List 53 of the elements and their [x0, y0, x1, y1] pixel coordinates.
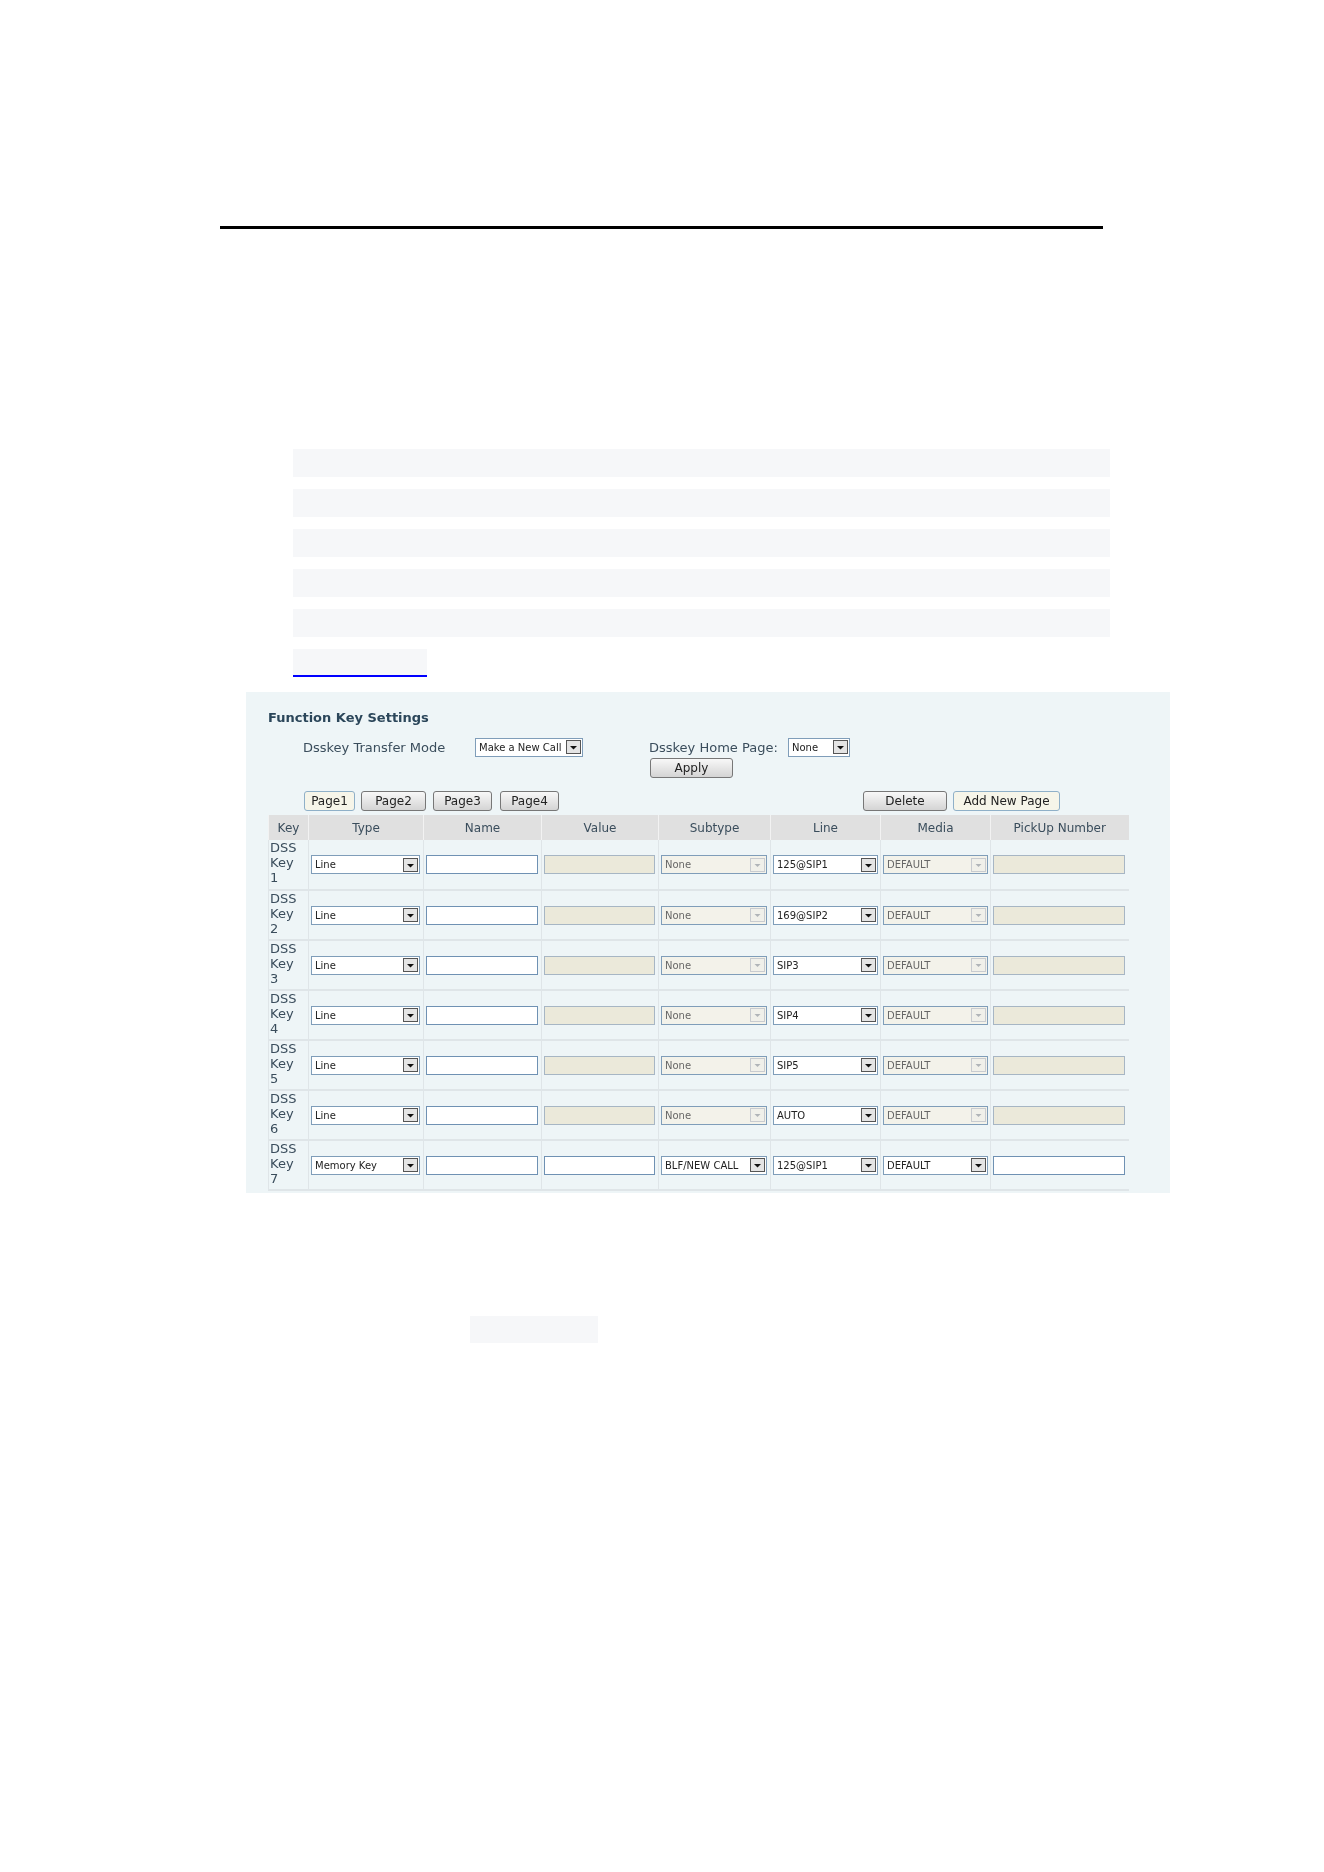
dropdown[interactable]: 125@SIP1	[773, 1155, 878, 1175]
add-page-button[interactable]: Add New Page	[953, 791, 1060, 811]
key-label: DSS Key 3	[270, 941, 298, 986]
dropdown[interactable]: DEFAULT	[883, 1155, 988, 1175]
column-header: Subtype	[658, 815, 771, 840]
text-field[interactable]	[993, 1155, 1125, 1175]
dropdown[interactable]: Line	[311, 905, 420, 925]
delete-button[interactable]: Delete	[863, 791, 947, 811]
key-label: DSS Key 1	[270, 840, 298, 885]
key-label: DSS Key 5	[270, 1041, 298, 1086]
dropdown[interactable]: 169@SIP2	[773, 905, 878, 925]
dropdown[interactable]: Line	[311, 955, 420, 975]
key-label: DSS Key 6	[270, 1091, 298, 1136]
text-field[interactable]	[426, 1105, 538, 1125]
column-header: Name	[423, 815, 542, 840]
dropdown[interactable]: AUTO	[773, 1105, 878, 1125]
dropdown[interactable]: SIP3	[773, 955, 878, 975]
text-field[interactable]	[426, 1055, 538, 1075]
text-field[interactable]	[544, 1155, 655, 1175]
dropdown[interactable]: Line	[311, 1055, 420, 1075]
column-header: Type	[308, 815, 424, 840]
panel-title: Function Key Settings	[268, 709, 430, 727]
key-label: DSS Key 7	[270, 1141, 298, 1186]
apply-button[interactable]: Apply	[650, 758, 733, 778]
dropdown[interactable]: SIP5	[773, 1055, 878, 1075]
dropdown[interactable]: Line	[311, 1005, 420, 1025]
column-header: PickUp Number	[990, 815, 1129, 840]
text-field[interactable]	[426, 855, 538, 874]
text-field[interactable]	[426, 905, 538, 925]
text-field[interactable]	[426, 1005, 538, 1025]
redacted-link[interactable]	[293, 649, 427, 677]
page-tab[interactable]: Page4	[500, 791, 559, 811]
dropdown[interactable]: Memory Key	[311, 1155, 420, 1175]
dropdown[interactable]: None	[788, 737, 850, 757]
field-label: Dsskey Transfer Mode	[303, 738, 447, 757]
text-field[interactable]	[426, 1155, 538, 1175]
key-label: DSS Key 4	[270, 991, 298, 1036]
column-header: Media	[880, 815, 991, 840]
dropdown[interactable]: SIP4	[773, 1005, 878, 1025]
key-label: DSS Key 2	[270, 891, 298, 936]
column-header: Value	[541, 815, 659, 840]
page-tab[interactable]: Page3	[433, 791, 492, 811]
column-header: Line	[770, 815, 881, 840]
page-tab[interactable]: Page2	[361, 791, 426, 811]
dropdown[interactable]: Line	[311, 1105, 420, 1125]
text-field[interactable]	[426, 955, 538, 975]
dropdown[interactable]: Make a New Call	[475, 737, 583, 757]
field-label: Dsskey Home Page:	[649, 738, 779, 757]
page-tab[interactable]: Page1	[304, 791, 355, 811]
dropdown[interactable]: BLF/NEW CALL	[661, 1155, 767, 1175]
dropdown[interactable]: 125@SIP1	[773, 855, 878, 874]
dropdown[interactable]: Line	[311, 855, 420, 874]
column-header: Key	[268, 815, 309, 840]
